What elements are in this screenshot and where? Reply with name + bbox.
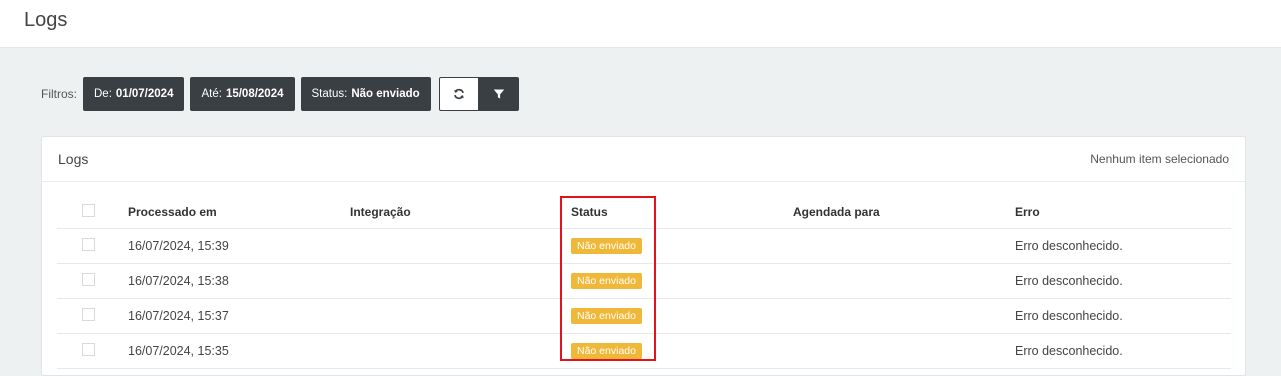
column-header-processed[interactable]: Processado em: [128, 205, 217, 219]
row-checkbox[interactable]: [82, 343, 95, 356]
cell-error: Erro desconhecido.: [1015, 274, 1123, 288]
row-checkbox[interactable]: [82, 238, 95, 251]
column-header-integration[interactable]: Integração: [350, 205, 411, 219]
status-badge: Não enviado: [571, 343, 642, 359]
column-header-error[interactable]: Erro: [1015, 205, 1040, 219]
logs-panel: Logs Nenhum item selecionado Processado …: [41, 136, 1246, 376]
status-badge: Não enviado: [571, 308, 642, 324]
filter-chip-from[interactable]: De: 01/07/2024: [83, 77, 185, 111]
status-badge: Não enviado: [571, 238, 642, 254]
filter-chip-status[interactable]: Status: Não enviado: [300, 77, 431, 111]
refresh-icon: [453, 88, 464, 100]
status-badge: Não enviado: [571, 273, 642, 289]
logs-table: Processado em Integração Status Agendada…: [57, 195, 1231, 369]
table-header-row: Processado em Integração Status Agendada…: [57, 195, 1231, 229]
filter-actions: [438, 77, 519, 111]
row-checkbox[interactable]: [82, 308, 95, 321]
filters-label: Filtros:: [41, 87, 77, 101]
select-all-checkbox[interactable]: [82, 204, 95, 217]
cell-processed: 16/07/2024, 15:38: [128, 274, 229, 288]
cell-error: Erro desconhecido.: [1015, 344, 1123, 358]
table-row[interactable]: 16/07/2024, 15:37 Não enviado Erro desco…: [57, 299, 1231, 334]
cell-error: Erro desconhecido.: [1015, 309, 1123, 323]
filters-bar: Filtros: De: 01/07/2024 Até: 15/08/2024 …: [41, 77, 519, 111]
filter-icon: [493, 89, 504, 99]
filter-chip-from-value: 01/07/2024: [115, 88, 174, 100]
row-checkbox[interactable]: [82, 273, 95, 286]
filter-chip-status-value: Não enviado: [351, 88, 420, 100]
filter-chip-to-label: Até:: [201, 88, 222, 100]
filter-chip-status-label: Status:: [311, 88, 348, 100]
panel-header: Logs Nenhum item selecionado: [42, 137, 1245, 182]
selection-status: Nenhum item selecionado: [1090, 152, 1229, 166]
page-title: Logs: [24, 9, 68, 31]
cell-processed: 16/07/2024, 15:37: [128, 309, 229, 323]
column-header-scheduled[interactable]: Agendada para: [793, 205, 880, 219]
cell-processed: 16/07/2024, 15:39: [128, 239, 229, 253]
filter-chip-to-value: 15/08/2024: [225, 88, 284, 100]
table-row[interactable]: 16/07/2024, 15:39 Não enviado Erro desco…: [57, 229, 1231, 264]
filter-chip-from-label: De:: [94, 88, 112, 100]
column-header-status[interactable]: Status: [571, 205, 608, 219]
table-row[interactable]: 16/07/2024, 15:38 Não enviado Erro desco…: [57, 264, 1231, 299]
top-bar: Logs: [0, 0, 1281, 48]
cell-error: Erro desconhecido.: [1015, 239, 1123, 253]
filter-chip-to[interactable]: Até: 15/08/2024: [190, 77, 295, 111]
refresh-button[interactable]: [438, 77, 479, 111]
cell-processed: 16/07/2024, 15:35: [128, 344, 229, 358]
filter-button[interactable]: [478, 77, 519, 111]
panel-title: Logs: [58, 151, 89, 167]
